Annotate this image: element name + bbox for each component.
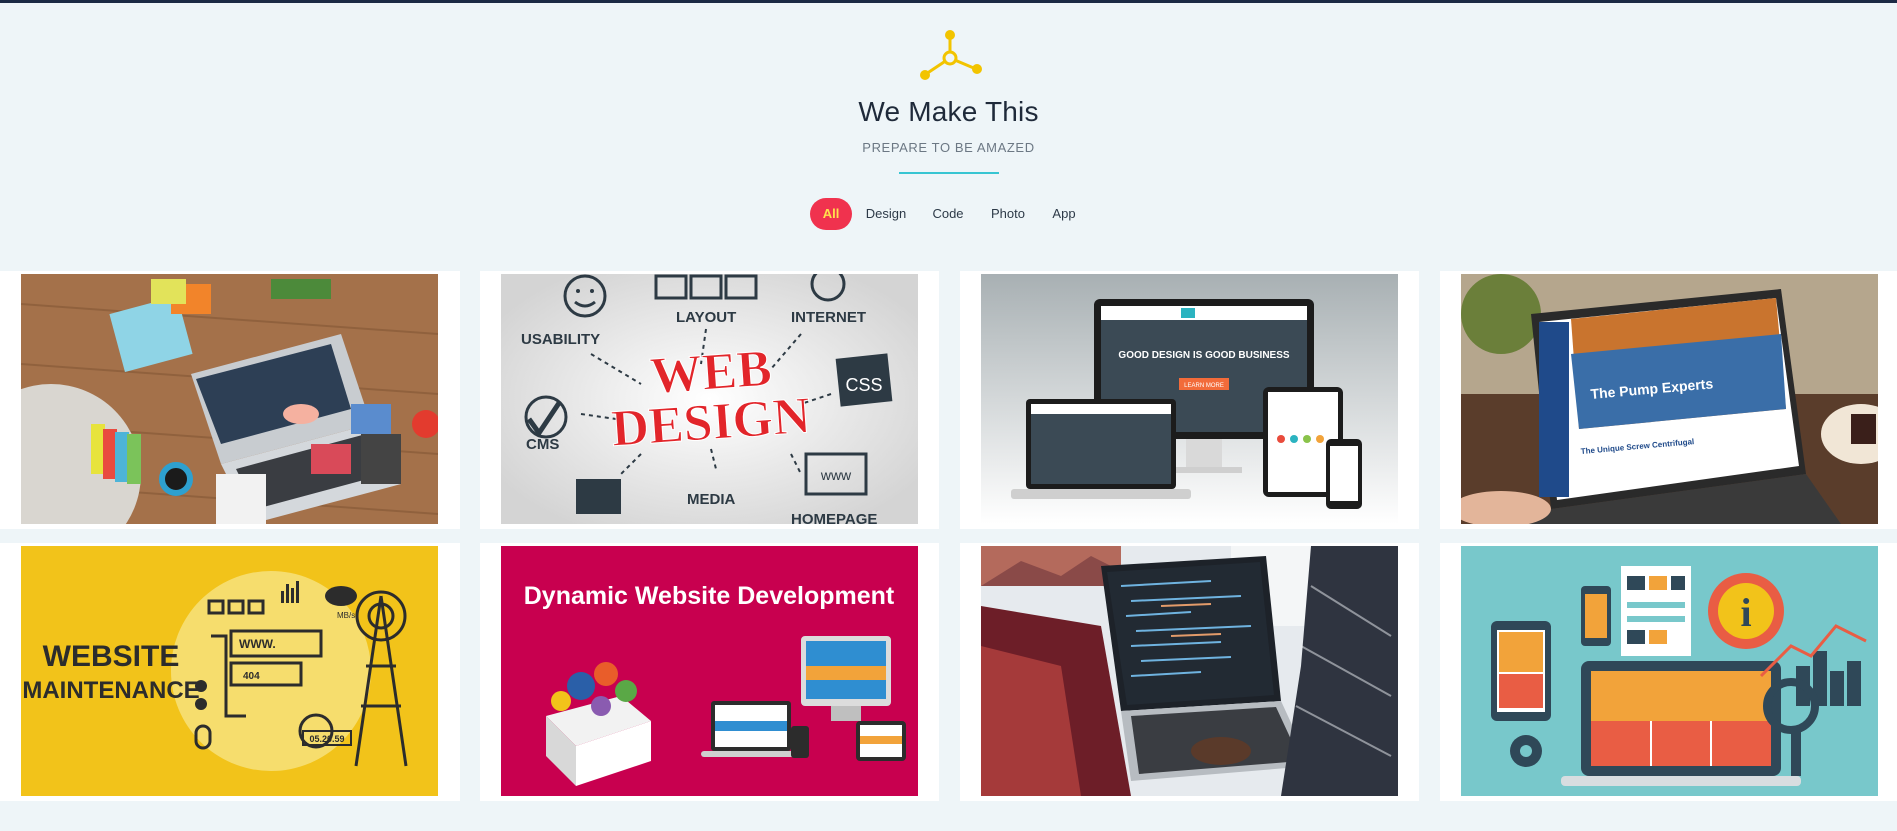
portfolio-image-workspace[interactable] bbox=[21, 274, 438, 524]
portfolio-filter-bar: All Design Code Photo App bbox=[0, 198, 1897, 230]
www-label: www bbox=[820, 467, 852, 483]
maintenance-line2: MAINTENANCE bbox=[22, 677, 199, 704]
filter-all[interactable]: All bbox=[810, 198, 852, 230]
portfolio-image-maintenance[interactable]: WEBSITE MAINTENANCE WWW. 404 05.20.59 MB… bbox=[21, 546, 438, 796]
portfolio-card[interactable] bbox=[960, 543, 1419, 801]
portfolio-card[interactable]: Dynamic Website Development bbox=[480, 543, 939, 801]
maintenance-www: WWW. bbox=[239, 637, 276, 651]
css-label: CSS bbox=[845, 375, 882, 395]
network-node-icon bbox=[915, 28, 985, 82]
portfolio-image-dynamic-dev[interactable]: Dynamic Website Development bbox=[501, 546, 918, 796]
monitor-headline: GOOD DESIGN IS GOOD BUSINESS bbox=[1118, 350, 1289, 361]
maintenance-date: 05.20.59 bbox=[309, 734, 344, 744]
homepage-label: HOMEPAGE bbox=[791, 511, 877, 524]
dynamic-headline: Dynamic Website Development bbox=[524, 582, 895, 610]
usability-label: USABILITY bbox=[521, 331, 600, 348]
cms-label: CMS bbox=[526, 436, 559, 453]
portfolio-card[interactable]: WEBSITE MAINTENANCE WWW. 404 05.20.59 MB… bbox=[0, 543, 460, 801]
filter-app[interactable]: App bbox=[1046, 198, 1082, 230]
portfolio-card[interactable]: GOOD DESIGN IS GOOD BUSINESS LEARN MORE bbox=[960, 271, 1419, 529]
portfolio-card[interactable]: i bbox=[1440, 543, 1897, 801]
filter-design[interactable]: Design bbox=[860, 198, 912, 230]
portfolio-image-web-design[interactable]: CSS USABILITY LAYOUT INTERNET CMS MEDIA … bbox=[501, 274, 918, 524]
svg-text:i: i bbox=[1740, 590, 1751, 635]
maintenance-code: 404 bbox=[243, 671, 260, 682]
portfolio-card[interactable]: CSS USABILITY LAYOUT INTERNET CMS MEDIA … bbox=[480, 271, 939, 529]
portfolio-card[interactable]: The Pump Experts The Unique Screw Centri… bbox=[1440, 271, 1897, 529]
filter-photo[interactable]: Photo bbox=[985, 198, 1031, 230]
portfolio-image-pump-experts[interactable]: The Pump Experts The Unique Screw Centri… bbox=[1461, 274, 1878, 524]
title-divider bbox=[899, 172, 999, 174]
portfolio-card[interactable] bbox=[0, 271, 460, 529]
page-subtitle: PREPARE TO BE AMAZED bbox=[862, 140, 1035, 155]
maintenance-speed: MB/s bbox=[337, 611, 355, 620]
page-title: We Make This bbox=[858, 96, 1039, 127]
maintenance-line1: WEBSITE bbox=[43, 640, 180, 673]
portfolio-image-coding-laptop[interactable] bbox=[981, 546, 1398, 796]
internet-label: INTERNET bbox=[791, 309, 866, 326]
media-label: MEDIA bbox=[687, 491, 736, 508]
filter-code[interactable]: Code bbox=[926, 198, 970, 230]
monitor-button: LEARN MORE bbox=[1184, 383, 1224, 389]
layout-label: LAYOUT bbox=[676, 309, 736, 326]
section-header: We Make This PREPARE TO BE AMAZED All De… bbox=[0, 0, 1897, 270]
portfolio-image-infographic[interactable]: i bbox=[1461, 546, 1878, 796]
portfolio-image-responsive[interactable]: GOOD DESIGN IS GOOD BUSINESS LEARN MORE bbox=[981, 274, 1398, 524]
